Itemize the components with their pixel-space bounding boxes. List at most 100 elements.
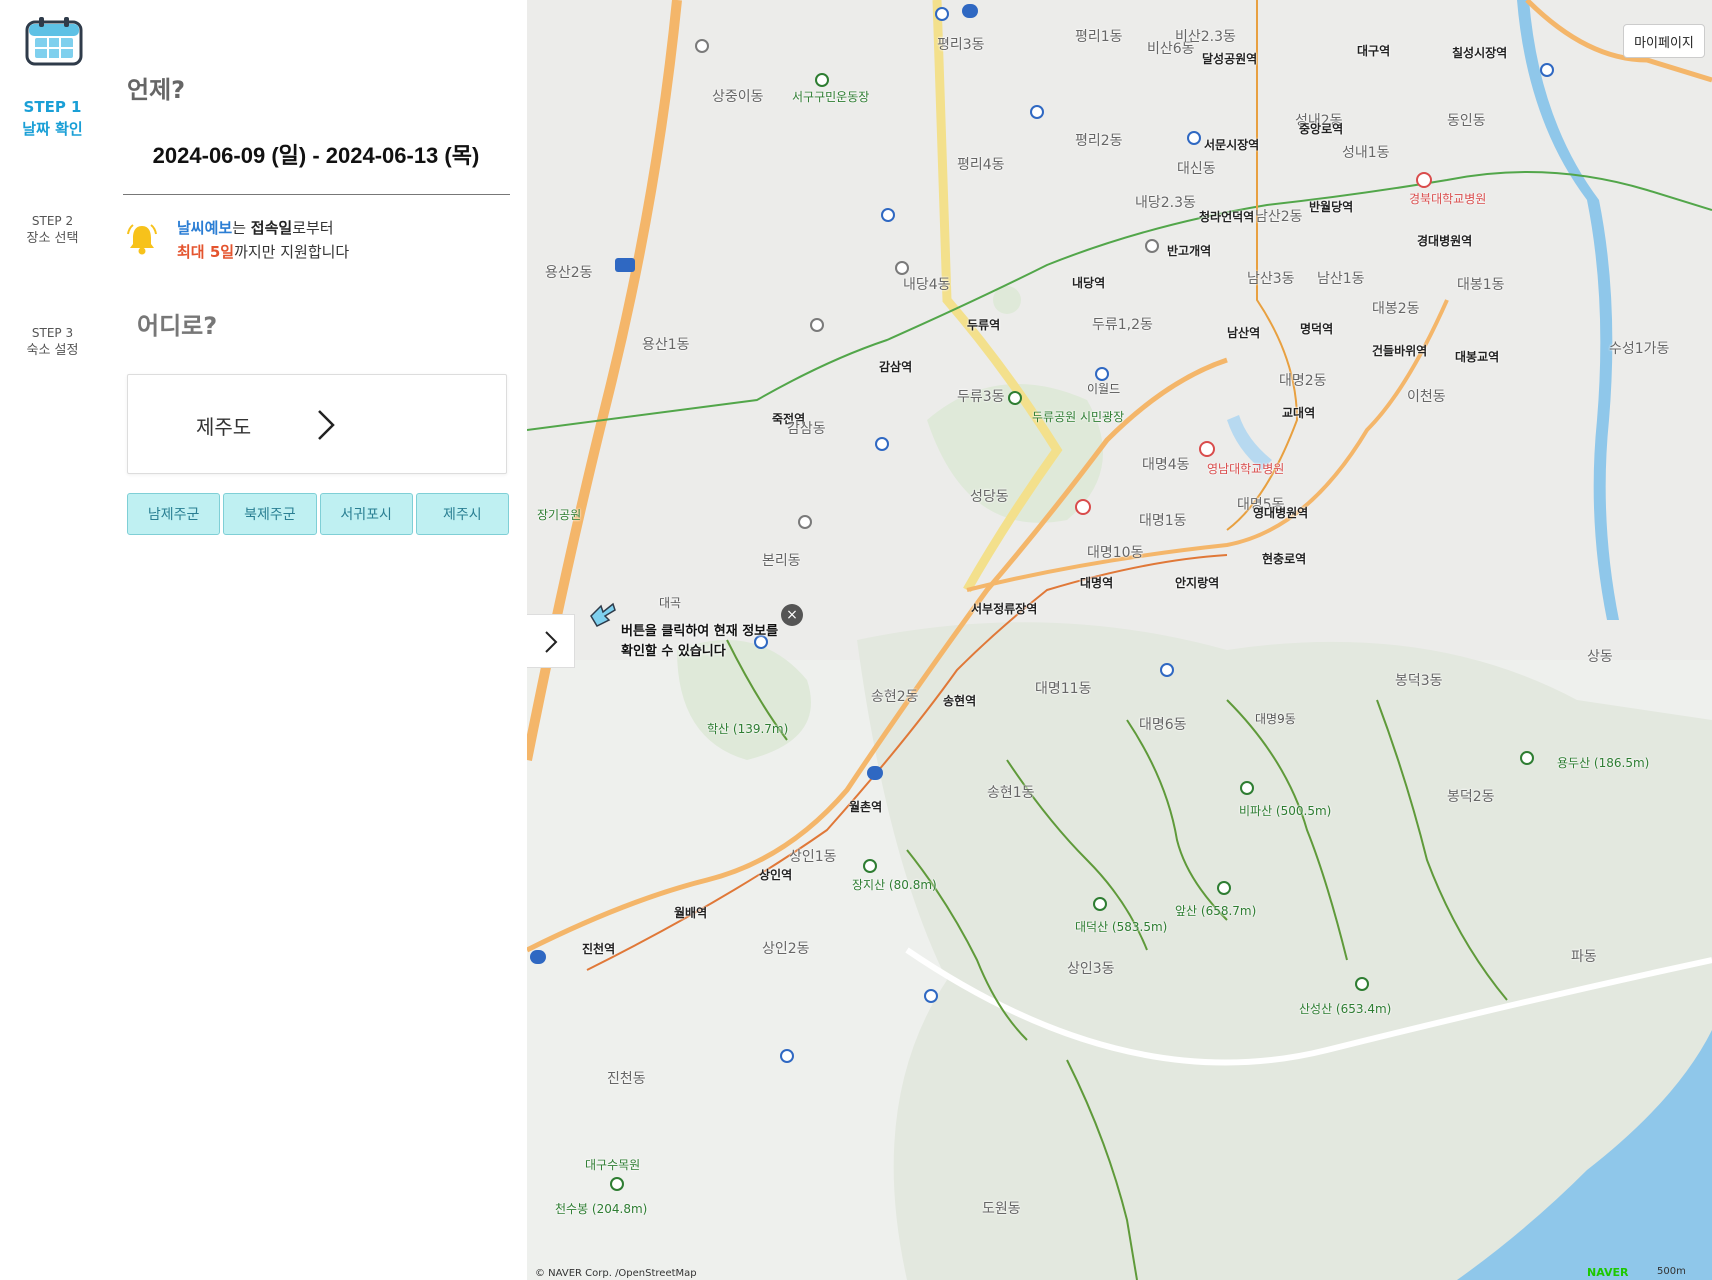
map-label: 대봉1동 — [1457, 277, 1505, 293]
map-label: 이천동 — [1407, 389, 1446, 405]
map-label: 파동 — [1571, 949, 1597, 965]
map-label: 비파산 (500.5m) — [1239, 804, 1332, 818]
step-3[interactable]: STEP 3 숙소 설정 — [0, 324, 105, 360]
calendar-logo-icon[interactable] — [25, 16, 83, 66]
when-heading: 언제? — [127, 76, 186, 104]
map-label: 대명4동 — [1142, 457, 1190, 473]
map-label: 청라언덕역 — [1199, 210, 1255, 224]
selected-region: 제주도 — [196, 415, 252, 439]
subregion-button[interactable]: 제주시 — [415, 493, 509, 535]
map-label: 봉덕3동 — [1395, 673, 1443, 689]
form-panel: 언제? 2024-06-09 (일) - 2024-06-13 (목) 날씨예보… — [105, 0, 527, 1280]
map-label: 반고개역 — [1167, 244, 1212, 258]
map-label: 대구수목원 — [585, 1158, 641, 1172]
step-2-number: STEP 2 — [31, 214, 74, 228]
map-label: 대봉2동 — [1372, 301, 1420, 317]
tooltip-line-1: 버튼을 클릭하여 현재 정보를 — [621, 624, 779, 639]
map-label: 경북대학교병원 — [1409, 192, 1487, 206]
map-label: 달성공원역 — [1202, 52, 1258, 66]
step-1-label: 날짜 확인 — [22, 120, 83, 138]
map-label: 영남대학교병원 — [1207, 462, 1285, 476]
map-label: 남산역 — [1227, 326, 1261, 340]
map-label: 내당4동 — [903, 277, 951, 293]
step-1[interactable]: STEP 1 날짜 확인 — [0, 96, 105, 140]
map-label: 감삼동 — [787, 421, 826, 437]
map-label: 내당역 — [1072, 276, 1106, 290]
naver-logo[interactable]: NAVER — [1587, 1266, 1628, 1279]
notice-support: 까지만 지원합니다 — [234, 243, 350, 261]
map-label: 평리2동 — [1075, 133, 1123, 149]
map-label: 성당동 — [970, 489, 1009, 505]
map-label: 두류1,2동 — [1092, 317, 1153, 333]
bell-icon — [127, 224, 157, 255]
notice-from: 로부터 — [292, 219, 334, 237]
subregion-list: 남제주군 북제주군 서귀포시 제주시 — [127, 493, 509, 535]
map-label: 안지랑역 — [1175, 576, 1220, 590]
map-label: 대명1동 — [1139, 513, 1187, 529]
map-label: 장기공원 — [537, 508, 582, 522]
map-label: 대명역 — [1080, 576, 1114, 590]
map-label: 상인1동 — [789, 849, 837, 865]
map-label: 경대병원역 — [1417, 234, 1473, 248]
map-label: 대덕산 (583.5m) — [1075, 920, 1168, 934]
step-2[interactable]: STEP 2 장소 선택 — [0, 212, 105, 248]
step-1-number: STEP 1 — [23, 98, 82, 116]
map-label: 진천동 — [607, 1071, 646, 1087]
map-label: 도원동 — [982, 1201, 1021, 1217]
chevron-right-icon — [318, 410, 335, 440]
map-label: 봉덕2동 — [1447, 789, 1495, 805]
map-label: 남산1동 — [1317, 271, 1365, 287]
subregion-button[interactable]: 서귀포시 — [319, 493, 413, 535]
map-label: 용산1동 — [642, 337, 690, 353]
map-label: 영대병원역 — [1253, 506, 1309, 520]
map-label: 중앙로역 — [1299, 122, 1344, 136]
map-attribution[interactable]: © NAVER Corp. /OpenStreetMap — [535, 1268, 697, 1279]
map-label: 감삼역 — [879, 360, 913, 374]
map-label: 칠성시장역 — [1452, 46, 1508, 60]
pointer-icon — [590, 602, 616, 627]
map-label: 상중이동 — [712, 89, 764, 105]
map-label: 대명9동 — [1255, 712, 1296, 726]
map-label: 수성1가동 — [1609, 341, 1670, 357]
notice-weather: 날씨예보 — [177, 219, 233, 237]
map-label: 서문시장역 — [1204, 138, 1260, 152]
map-label: 송현역 — [943, 694, 977, 708]
region-select[interactable]: 제주도 — [127, 374, 507, 474]
map-label: 송현1동 — [987, 785, 1035, 801]
map-label: 상동 — [1587, 649, 1613, 665]
map-label: 용두산 (186.5m) — [1557, 756, 1650, 770]
map-label: 월배역 — [674, 906, 708, 920]
map-label: 본리동 — [762, 553, 801, 569]
map-label: 두류공원 시민광장 — [1032, 410, 1125, 424]
panel-toggle-button[interactable] — [527, 614, 575, 668]
date-range[interactable]: 2024-06-09 (일) - 2024-06-13 (목) — [105, 138, 527, 170]
map-label: 내당2.3동 — [1135, 195, 1196, 211]
close-icon[interactable]: × — [781, 604, 803, 626]
map-scale: 500m — [1657, 1266, 1686, 1277]
map-label: 대명6동 — [1139, 717, 1187, 733]
notice-particle: 는 — [232, 219, 247, 237]
map-view[interactable]: 평리3동 평리1동 비산6동 비산2.3동 달성공원역 대구역 칠성시장역 상중… — [527, 0, 1712, 1280]
subregion-button[interactable]: 남제주군 — [127, 493, 221, 535]
map-label: 대구역 — [1357, 44, 1391, 58]
map-label: 학산 (139.7m) — [707, 722, 789, 736]
map-label: 남산3동 — [1247, 271, 1295, 287]
info-tooltip: 버튼을 클릭하여 현재 정보를 확인할 수 있습니다 — [587, 600, 787, 670]
tooltip-text: 버튼을 클릭하여 현재 정보를 확인할 수 있습니다 — [621, 622, 778, 662]
map-label: 비산2.3동 — [1175, 29, 1236, 45]
step-2-label: 장소 선택 — [26, 231, 79, 246]
map-label: 상인역 — [759, 868, 793, 882]
map-label: 교대역 — [1282, 406, 1316, 420]
tooltip-line-2: 확인할 수 있습니다 — [621, 644, 726, 659]
map-label: 서부정류장역 — [971, 602, 1038, 616]
app: STEP 1 날짜 확인 STEP 2 장소 선택 STEP 3 숙소 설정 언… — [0, 0, 1712, 1280]
map-label: 반월당역 — [1309, 200, 1354, 214]
weather-notice: 날씨예보는 접속일로부터 최대 5일까지만 지원합니다 — [127, 216, 507, 266]
map-label: 대명2동 — [1279, 373, 1327, 389]
map-label: 평리3동 — [937, 37, 985, 53]
map-label: 건들바위역 — [1372, 344, 1428, 358]
step-3-number: STEP 3 — [31, 326, 74, 340]
subregion-button[interactable]: 북제주군 — [223, 493, 317, 535]
mypage-button[interactable]: 마이페이지 — [1623, 24, 1705, 58]
map-label: 장지산 (80.8m) — [852, 878, 937, 892]
